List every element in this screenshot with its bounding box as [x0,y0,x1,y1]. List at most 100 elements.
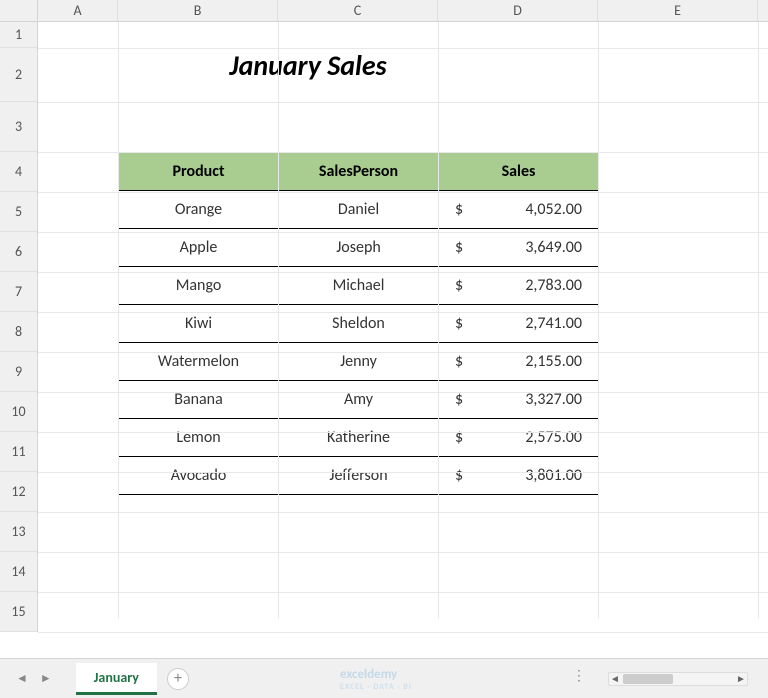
sheet-tab-bar: ◄ ► January + exceldemy EXCEL · DATA · B… [0,658,768,698]
column-header-d[interactable]: D [438,0,598,21]
table-row: AvocadoJefferson$3,801.00 [119,457,599,495]
cell-product[interactable]: Kiwi [119,305,279,343]
gridline-h [38,232,768,233]
column-header-b[interactable]: B [118,0,278,21]
gridline-h [38,392,768,393]
currency-symbol: $ [449,352,463,371]
sales-value: 2,155.00 [525,352,588,371]
row-header-6[interactable]: 6 [0,232,37,272]
scroll-right-icon[interactable]: ► [735,673,747,685]
row-header-3[interactable]: 3 [0,102,37,152]
cell-product[interactable]: Apple [119,229,279,267]
gridline-h [38,632,768,633]
sales-value: 2,575.00 [525,428,588,447]
row-header-12[interactable]: 12 [0,472,37,512]
cell-sales[interactable]: $2,575.00 [439,419,599,457]
cell-salesperson[interactable]: Jefferson [279,457,439,495]
gridline-v [598,22,599,618]
spreadsheet-area: ABCDE 123456789101112131415 January Sale… [0,0,768,658]
sales-value: 2,783.00 [525,276,588,295]
column-header-e[interactable]: E [598,0,758,21]
sheet-tab-active[interactable]: January [76,663,157,695]
column-headers-row: ABCDE [0,0,768,22]
cell-product[interactable]: Orange [119,191,279,229]
table-header-salesperson[interactable]: SalesPerson [279,153,439,191]
row-header-9[interactable]: 9 [0,352,37,392]
table-row: KiwiSheldon$2,741.00 [119,305,599,343]
horizontal-scrollbar[interactable]: ◄ ► [608,672,748,686]
add-sheet-button[interactable]: + [167,668,189,690]
row-header-2[interactable]: 2 [0,48,37,102]
sheet-title[interactable]: January Sales [38,48,578,83]
cell-salesperson[interactable]: Daniel [279,191,439,229]
cell-salesperson[interactable]: Katherine [279,419,439,457]
gridline-v [758,22,759,618]
tab-nav-next-icon[interactable]: ► [36,669,56,688]
gridline-h [38,272,768,273]
select-all-corner[interactable] [0,0,38,21]
cell-sales[interactable]: $4,052.00 [439,191,599,229]
tab-scroll-handle-icon[interactable]: ⋮ [572,667,588,684]
currency-symbol: $ [449,428,463,447]
gridline-h [38,192,768,193]
row-header-7[interactable]: 7 [0,272,37,312]
gridline-v [118,22,119,618]
row-header-5[interactable]: 5 [0,192,37,232]
gridline-h [38,552,768,553]
sales-value: 3,801.00 [525,466,588,485]
cell-sales[interactable]: $2,741.00 [439,305,599,343]
gridline-h [38,592,768,593]
table-row: OrangeDaniel$4,052.00 [119,191,599,229]
gridline-h [38,102,768,103]
gridline-h [38,472,768,473]
row-header-15[interactable]: 15 [0,592,37,632]
gridline-v [438,22,439,618]
table-header-product[interactable]: Product [119,153,279,191]
gridline-v [278,22,279,618]
cell-product[interactable]: Lemon [119,419,279,457]
cell-sales[interactable]: $3,327.00 [439,381,599,419]
gridline-h [38,152,768,153]
tab-nav-prev-icon[interactable]: ◄ [12,669,32,688]
table-row: AppleJoseph$3,649.00 [119,229,599,267]
table-row: WatermelonJenny$2,155.00 [119,343,599,381]
row-header-13[interactable]: 13 [0,512,37,552]
gridline-h [38,352,768,353]
row-header-1[interactable]: 1 [0,22,37,48]
cell-salesperson[interactable]: Joseph [279,229,439,267]
gridline-h [38,48,768,49]
table-row: LemonKatherine$2,575.00 [119,419,599,457]
row-header-14[interactable]: 14 [0,552,37,592]
tab-nav-controls: ◄ ► [0,669,68,688]
table-header-row: ProductSalesPersonSales [119,153,599,191]
watermark: exceldemy EXCEL · DATA · BI [340,667,412,692]
cell-salesperson[interactable]: Sheldon [279,305,439,343]
cell-sales[interactable]: $2,155.00 [439,343,599,381]
currency-symbol: $ [449,200,463,219]
cell-product[interactable]: Banana [119,381,279,419]
currency-symbol: $ [449,276,463,295]
row-header-4[interactable]: 4 [0,152,37,192]
cell-product[interactable]: Avocado [119,457,279,495]
cell-product[interactable]: Watermelon [119,343,279,381]
cell-sales[interactable]: $3,649.00 [439,229,599,267]
gridline-h [38,432,768,433]
table-row: BananaAmy$3,327.00 [119,381,599,419]
row-header-10[interactable]: 10 [0,392,37,432]
table-header-sales[interactable]: Sales [439,153,599,191]
scroll-left-icon[interactable]: ◄ [609,673,621,685]
column-header-a[interactable]: A [38,0,118,21]
currency-symbol: $ [449,314,463,333]
cell-salesperson[interactable]: Amy [279,381,439,419]
cell-sales[interactable]: $3,801.00 [439,457,599,495]
column-header-c[interactable]: C [278,0,438,21]
gridline-h [38,512,768,513]
scrollbar-thumb[interactable] [623,674,673,684]
gridline-h [38,312,768,313]
row-header-11[interactable]: 11 [0,432,37,472]
cell-salesperson[interactable]: Jenny [279,343,439,381]
sales-value: 4,052.00 [525,200,588,219]
plus-icon: + [174,669,182,688]
sales-value: 3,649.00 [525,238,588,257]
row-header-8[interactable]: 8 [0,312,37,352]
